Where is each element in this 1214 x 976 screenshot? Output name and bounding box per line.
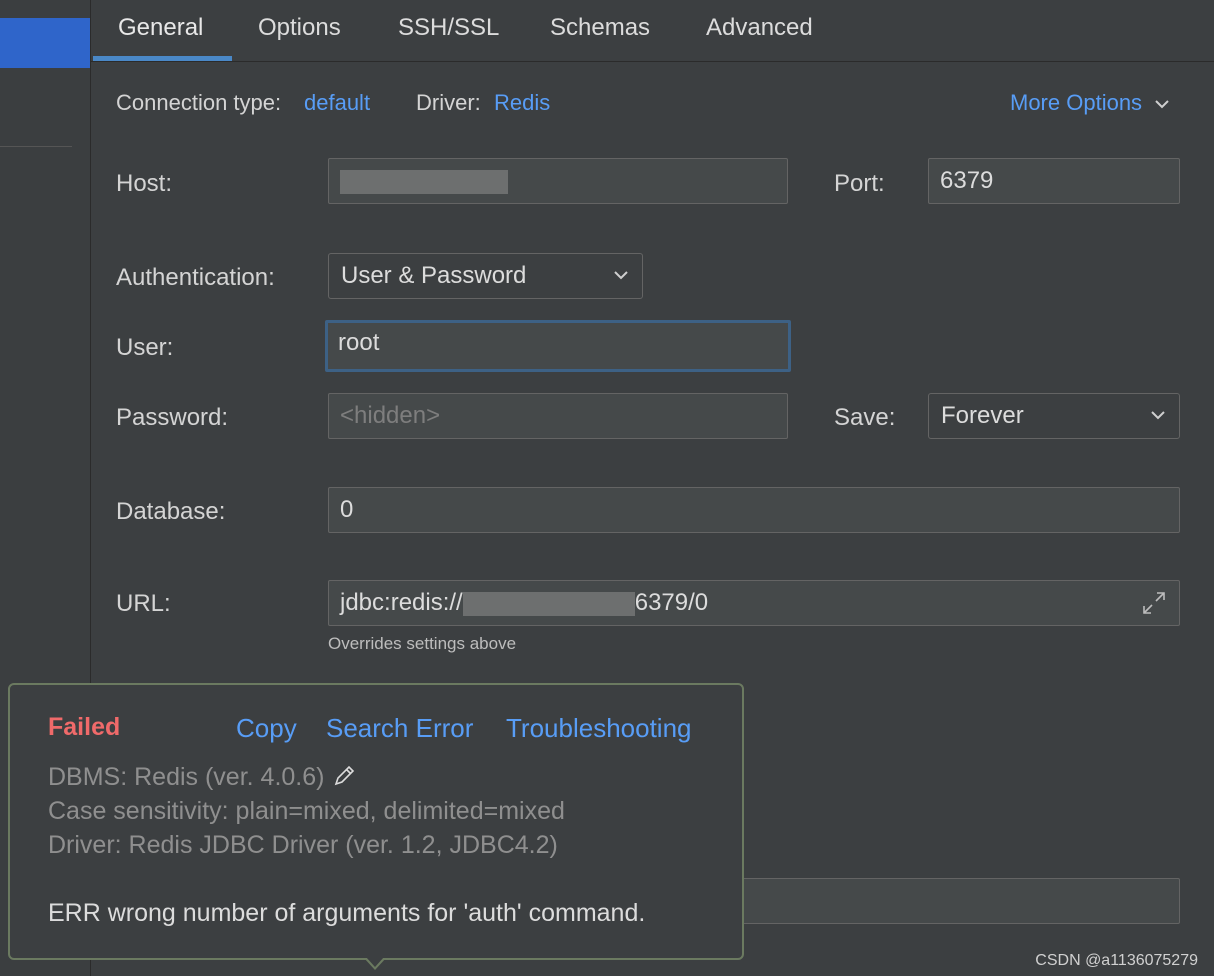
driver-line: Driver: Redis JDBC Driver (ver. 1.2, JDB… [48,831,558,859]
tab-bar: General Options SSH/SSL Schemas Advanced [91,0,1214,62]
authentication-select[interactable]: User & Password [328,253,643,299]
database-input[interactable]: 0 [328,487,1180,533]
active-tab-indicator [93,56,232,61]
sidebar-separator [0,146,72,147]
host-input[interactable] [328,158,788,204]
tab-options[interactable]: Options [258,10,341,46]
driver-link[interactable]: Redis [494,90,550,116]
chevron-down-icon [1151,411,1165,420]
more-options-link[interactable]: More Options [1010,90,1170,116]
copy-link[interactable]: Copy [236,713,297,744]
chevron-down-icon [1155,100,1169,109]
port-label: Port: [834,170,885,197]
chevron-down-icon [614,271,628,280]
test-connection-popup: Failed Copy Search Error Troubleshooting… [8,683,744,960]
user-input[interactable]: root [325,320,791,372]
url-label: URL: [116,590,171,617]
status-failed-label: Failed [48,713,121,741]
error-message: ERR wrong number of arguments for 'auth'… [48,899,646,927]
user-label: User: [116,334,174,361]
authentication-value: User & Password [341,262,527,289]
database-label: Database: [116,498,226,525]
pencil-icon[interactable] [331,763,357,789]
dbms-line: DBMS: Redis (ver. 4.0.6) [48,763,357,792]
url-prefix: jdbc:redis:// [340,589,463,616]
more-options-label: More Options [1010,90,1143,115]
save-label: Save: [834,404,896,431]
url-input[interactable]: jdbc:redis:// 6379/0 [328,580,1180,626]
hidden-field-input[interactable] [741,878,1180,924]
tab-ssh-ssl[interactable]: SSH/SSL [398,10,499,46]
dbms-text: DBMS: Redis (ver. 4.0.6) [48,763,325,791]
connection-type-label: Connection type: [116,90,282,115]
watermark: CSDN @a1136075279 [1035,952,1198,969]
save-value: Forever [941,402,1024,429]
password-label: Password: [116,404,229,431]
url-redacted [462,591,635,616]
driver-label: Driver: [416,90,481,115]
url-suffix: 6379/0 [634,589,709,616]
expand-icon[interactable] [1141,590,1167,616]
host-redacted [340,169,508,194]
tab-general[interactable]: General [118,10,203,46]
connection-type-link[interactable]: default [304,90,370,116]
troubleshooting-link[interactable]: Troubleshooting [506,713,692,744]
password-input[interactable]: <hidden> [328,393,788,439]
search-error-link[interactable]: Search Error [326,713,473,744]
sidebar-selected-item[interactable] [0,18,90,68]
port-input[interactable]: 6379 [928,158,1180,204]
popup-pointer-fill [366,957,384,967]
authentication-label: Authentication: [116,264,275,291]
save-select[interactable]: Forever [928,393,1180,439]
tab-advanced[interactable]: Advanced [706,10,813,46]
url-note: Overrides settings above [328,634,517,653]
case-sensitivity-line: Case sensitivity: plain=mixed, delimited… [48,797,565,825]
host-label: Host: [116,170,173,197]
tab-schemas[interactable]: Schemas [550,10,650,46]
